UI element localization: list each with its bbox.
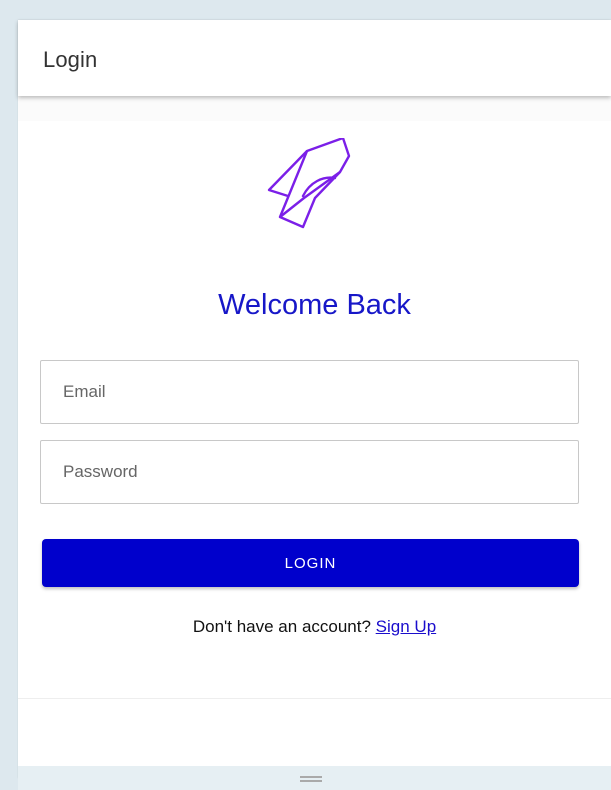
signup-link[interactable]: Sign Up <box>376 617 436 636</box>
login-content: Welcome Back LOGIN Don't have an account… <box>18 96 611 778</box>
password-field[interactable] <box>40 440 579 504</box>
resize-handle-icon[interactable] <box>300 776 322 782</box>
footer-divider <box>18 698 611 699</box>
paper-plane-logo-icon <box>267 138 351 229</box>
login-panel: Login Welcome Back LOGIN Don't have an a… <box>18 20 611 778</box>
content-top-strip <box>18 96 611 121</box>
window-frame: Login Welcome Back LOGIN Don't have an a… <box>8 8 611 790</box>
signup-prompt: Don't have an account? Sign Up <box>18 617 611 637</box>
password-input[interactable] <box>41 441 578 503</box>
login-button[interactable]: LOGIN <box>42 539 579 587</box>
welcome-heading: Welcome Back <box>218 289 411 321</box>
signup-prompt-text: Don't have an account? <box>192 617 376 636</box>
app-bar-title: Login <box>43 47 98 72</box>
app-bar: Login <box>18 20 611 96</box>
email-field[interactable] <box>40 360 579 424</box>
email-input[interactable] <box>41 361 578 423</box>
